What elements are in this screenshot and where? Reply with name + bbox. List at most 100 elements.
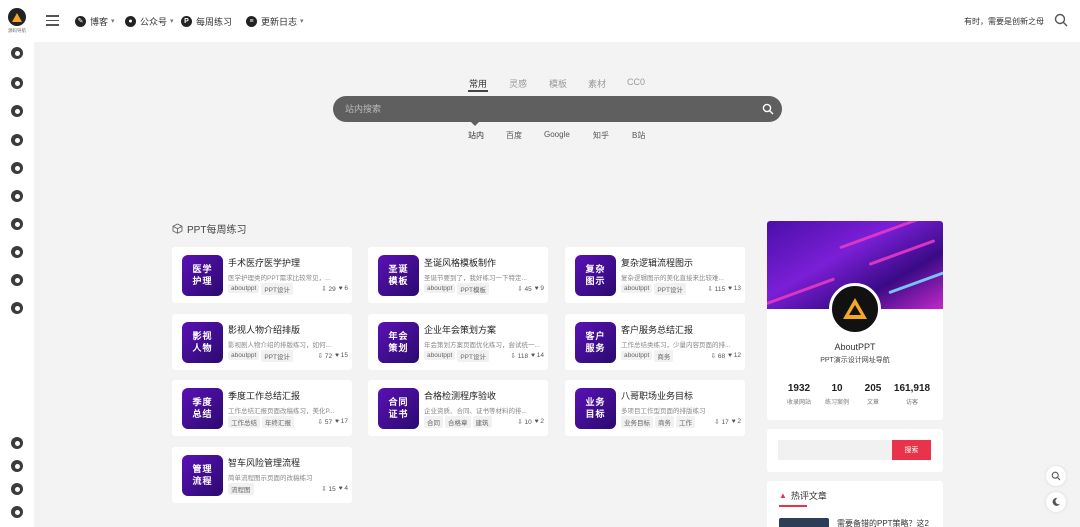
card-tag[interactable]: 建筑 bbox=[472, 415, 492, 428]
tab-materials[interactable]: 素材 bbox=[588, 77, 606, 90]
site-motto: 有时，需要是创新之母 bbox=[964, 17, 1044, 26]
flame-icon: ▲ bbox=[779, 491, 787, 500]
search-submit-icon[interactable] bbox=[762, 103, 774, 115]
card-tag[interactable]: aboutppt bbox=[621, 351, 653, 360]
thumbnail-text: 人物 bbox=[192, 343, 213, 354]
practice-card[interactable]: 年会 策划 企业年会策划方案 年会策划方案页面优化练习，尝试统一... aboutppt… bbox=[368, 314, 548, 370]
nav-item-changelog[interactable]: ≡ 更新日志 ▾ bbox=[246, 13, 304, 29]
nav-label: 更新日志 bbox=[261, 16, 298, 27]
practice-card[interactable]: 季度 总结 季度工作总结汇报 工作总结汇报页面改稿练习，美化P... 工作总结 年终汇报 ⇩… bbox=[172, 380, 352, 436]
search-input[interactable] bbox=[345, 96, 745, 122]
card-title[interactable]: 客户服务总结汇报 bbox=[621, 323, 693, 336]
nav-item-wechat[interactable]: ● 公众号 ▾ bbox=[125, 13, 174, 29]
float-search-button[interactable] bbox=[1046, 466, 1066, 486]
card-tag[interactable]: PPT模板 bbox=[457, 282, 489, 295]
site-search-input[interactable] bbox=[778, 440, 892, 460]
practice-card[interactable]: 管理 流程 智车风险管理流程 简单流程图示页面的改稿练习 流程图 ⇩ 15 ♥ 4 bbox=[172, 447, 352, 503]
hot-article-thumbnail[interactable] bbox=[779, 518, 829, 527]
search-icon[interactable] bbox=[1054, 13, 1068, 27]
card-tag[interactable]: PPT设计 bbox=[261, 349, 293, 362]
card-title[interactable]: 复杂逻辑流程图示 bbox=[621, 256, 693, 269]
card-title[interactable]: 季度工作总结汇报 bbox=[228, 389, 300, 402]
card-title[interactable]: 手术医疗医学护理 bbox=[228, 256, 300, 269]
download-count: ⇩ 29 bbox=[321, 285, 336, 293]
like-count: ♥ 12 bbox=[728, 352, 741, 359]
dark-mode-toggle[interactable] bbox=[1046, 492, 1066, 512]
card-tag[interactable]: 合格章 bbox=[445, 415, 471, 428]
card-tag[interactable]: 业务目标 bbox=[621, 415, 653, 428]
card-tag[interactable]: aboutppt bbox=[228, 284, 260, 293]
tab-cc0[interactable]: CC0 bbox=[627, 77, 645, 87]
card-tag[interactable]: aboutppt bbox=[228, 351, 260, 360]
card-tag[interactable]: 流程图 bbox=[228, 482, 254, 495]
card-description: 复杂逻辑图示的美化直接来比较难... bbox=[621, 275, 724, 282]
card-tag[interactable]: 商务 bbox=[655, 415, 674, 428]
engine-pointer bbox=[470, 121, 480, 126]
download-count: ⇩ 68 bbox=[711, 352, 726, 360]
hot-article-link[interactable]: 需要备错的PPT策略？这2 bbox=[837, 518, 929, 527]
chevron-down-icon: ▾ bbox=[170, 18, 174, 25]
sidebar-icon-6[interactable] bbox=[11, 190, 23, 202]
p-badge-icon[interactable] bbox=[11, 483, 23, 495]
nav-item-blog[interactable]: ✎ 博客 ▾ bbox=[75, 13, 115, 29]
tab-templates[interactable]: 模板 bbox=[549, 77, 567, 90]
card-tag[interactable]: aboutppt bbox=[424, 351, 456, 360]
sidebar-icon-7[interactable] bbox=[11, 218, 23, 230]
chevron-down-icon: ▾ bbox=[111, 18, 115, 25]
sidebar-icon-3[interactable] bbox=[11, 105, 23, 117]
download-count: ⇩ 57 bbox=[318, 418, 333, 426]
send-icon[interactable] bbox=[11, 506, 23, 518]
sidebar-icon-9[interactable] bbox=[11, 274, 23, 286]
card-title[interactable]: 八哥职场业务目标 bbox=[621, 389, 693, 402]
tab-inspiration[interactable]: 灵感 bbox=[509, 77, 527, 90]
card-title[interactable]: 智车风险管理流程 bbox=[228, 456, 300, 469]
engine-baidu[interactable]: 百度 bbox=[506, 130, 522, 141]
card-tag[interactable]: PPT设计 bbox=[654, 282, 686, 295]
avatar[interactable] bbox=[829, 283, 881, 335]
chevron-down-icon: ▾ bbox=[300, 18, 304, 25]
sidebar-icon-2[interactable] bbox=[11, 77, 23, 89]
card-title[interactable]: 圣诞风格模板制作 bbox=[424, 256, 496, 269]
engine-zhihu[interactable]: 知乎 bbox=[593, 130, 609, 141]
card-title[interactable]: 合格检测程序验收 bbox=[424, 389, 496, 402]
engine-google[interactable]: Google bbox=[544, 130, 570, 139]
main-search-bar bbox=[333, 96, 782, 122]
card-tag[interactable]: PPT设计 bbox=[457, 349, 489, 362]
sidebar-icon-10[interactable] bbox=[11, 302, 23, 314]
site-logo[interactable]: 源码导航 bbox=[5, 8, 29, 34]
like-value: 2 bbox=[540, 418, 544, 425]
sidebar-icon-8[interactable] bbox=[11, 246, 23, 258]
card-tag[interactable]: 工作总结 bbox=[228, 415, 260, 428]
sidebar-icon-1[interactable] bbox=[11, 47, 23, 59]
practice-card[interactable]: 影视 人物 影视人物介绍排版 影视剧人物介绍的排版练习，如何... aboutppt PP… bbox=[172, 314, 352, 370]
card-title[interactable]: 企业年会策划方案 bbox=[424, 323, 496, 336]
card-tag[interactable]: PPT设计 bbox=[261, 282, 293, 295]
practice-card[interactable]: 医学 护理 手术医疗医学护理 医学护理类的PPT需求比较常见，... aboutppt P… bbox=[172, 247, 352, 303]
card-tag[interactable]: aboutppt bbox=[621, 284, 653, 293]
engine-site[interactable]: 站内 bbox=[468, 130, 484, 141]
site-search-button[interactable]: 搜索 bbox=[892, 440, 931, 460]
help-icon[interactable] bbox=[11, 437, 23, 449]
thumbnail-text: 总结 bbox=[192, 409, 213, 420]
sidebar-icon-4[interactable] bbox=[11, 134, 23, 146]
card-title[interactable]: 影视人物介绍排版 bbox=[228, 323, 300, 336]
practice-card[interactable]: 合同 证书 合格检测程序验收 企业资质、合同、证书等材料的排... 合同 合格章 建筑 ⇩ 1… bbox=[368, 380, 548, 436]
practice-card[interactable]: 客户 服务 客户服务总结汇报 工作总结类练习，少量内容页面的排... aboutppt 商… bbox=[565, 314, 745, 370]
hot-title-underline bbox=[779, 505, 807, 507]
card-tag[interactable]: 年终汇报 bbox=[262, 415, 294, 428]
practice-card[interactable]: 复杂 图示 复杂逻辑流程图示 复杂逻辑图示的美化直接来比较难... aboutppt PP… bbox=[565, 247, 745, 303]
sidebar-icon-5[interactable] bbox=[11, 162, 23, 174]
engine-bilibili[interactable]: B站 bbox=[632, 130, 645, 141]
tab-common[interactable]: 常用 bbox=[469, 77, 487, 90]
card-meta: 工作总结 年终汇报 ⇩ 57 ♥ 17 bbox=[228, 415, 348, 428]
nav-item-weekly-practice[interactable]: P 每周练习 bbox=[181, 13, 232, 29]
card-tag[interactable]: 商务 bbox=[654, 349, 674, 362]
card-description: 医学护理类的PPT需求比较常见，... bbox=[228, 275, 331, 282]
card-tag[interactable]: 工作 bbox=[676, 415, 695, 428]
link-icon[interactable] bbox=[11, 460, 23, 472]
card-tag[interactable]: 合同 bbox=[424, 415, 443, 428]
practice-card[interactable]: 业务 目标 八哥职场业务目标 多项目工作型页面的排版练习 业务目标 商务 工作 ⇩ 17 ♥ 2 bbox=[565, 380, 745, 436]
practice-card[interactable]: 圣诞 模板 圣诞风格模板制作 圣诞节要到了，我好练习一下特定... aboutppt PP… bbox=[368, 247, 548, 303]
menu-toggle-icon[interactable] bbox=[46, 15, 59, 26]
card-tag[interactable]: aboutppt bbox=[424, 284, 456, 293]
